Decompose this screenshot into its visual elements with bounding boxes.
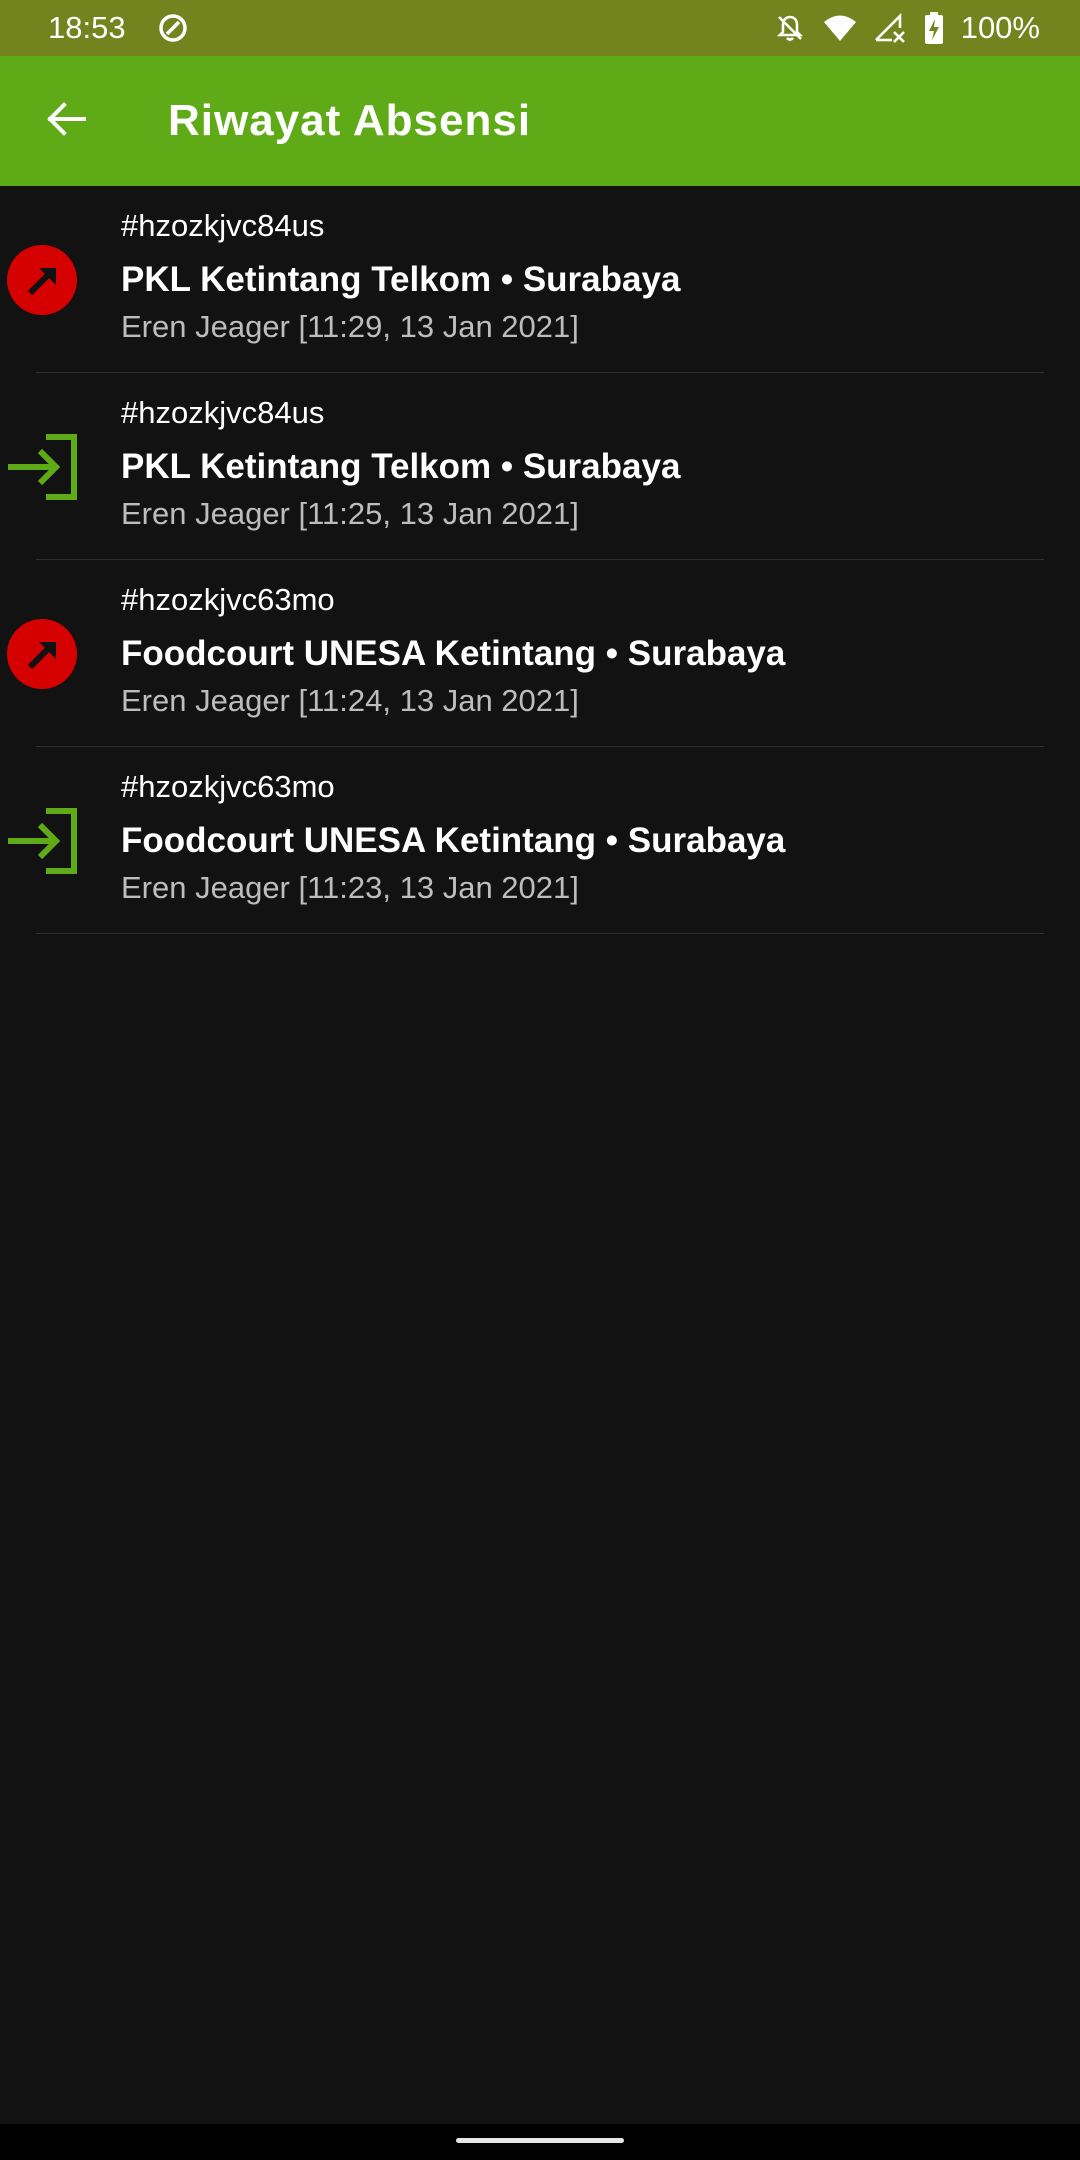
check-out-arrow-icon bbox=[6, 244, 78, 316]
notifications-off-icon bbox=[773, 11, 807, 45]
app-bar: Riwayat Absensi bbox=[0, 56, 1080, 186]
record-code: #hzozkjvc63mo bbox=[121, 582, 335, 617]
record-code: #hzozkjvc63mo bbox=[121, 769, 335, 804]
record-meta: Eren Jeager [11:23, 13 Jan 2021] bbox=[121, 870, 579, 905]
list-item[interactable]: #hzozkjvc63mo Foodcourt UNESA Ketintang … bbox=[0, 560, 1080, 747]
list-item-text: #hzozkjvc63mo Foodcourt UNESA Ketintang … bbox=[121, 771, 1050, 903]
page-title: Riwayat Absensi bbox=[168, 96, 532, 145]
status-time: 18:53 bbox=[48, 10, 126, 45]
back-button[interactable] bbox=[0, 56, 132, 186]
record-meta: Eren Jeager [11:25, 13 Jan 2021] bbox=[121, 496, 579, 531]
divider bbox=[36, 933, 1044, 934]
record-code: #hzozkjvc84us bbox=[121, 395, 325, 430]
navigation-bar bbox=[0, 2124, 1080, 2160]
battery-charging-icon bbox=[923, 11, 945, 45]
battery-level: 100% bbox=[960, 10, 1040, 45]
cellular-no-data-icon bbox=[873, 11, 907, 45]
list-item[interactable]: #hzozkjvc84us PKL Ketintang Telkom • Sur… bbox=[0, 373, 1080, 560]
record-meta: Eren Jeager [11:24, 13 Jan 2021] bbox=[121, 683, 579, 718]
check-out-arrow-icon bbox=[6, 618, 78, 690]
record-place: PKL Ketintang Telkom • Surabaya bbox=[121, 447, 681, 486]
login-icon bbox=[6, 805, 78, 877]
list-item-text: #hzozkjvc63mo Foodcourt UNESA Ketintang … bbox=[121, 584, 1050, 716]
record-place: Foodcourt UNESA Ketintang • Surabaya bbox=[121, 821, 786, 860]
record-meta: Eren Jeager [11:29, 13 Jan 2021] bbox=[121, 309, 579, 344]
status-right: 100% bbox=[773, 10, 1040, 46]
status-left: 18:53 bbox=[48, 10, 190, 46]
list-item[interactable]: #hzozkjvc84us PKL Ketintang Telkom • Sur… bbox=[0, 186, 1080, 373]
wifi-icon bbox=[823, 11, 857, 45]
list-item-text: #hzozkjvc84us PKL Ketintang Telkom • Sur… bbox=[121, 397, 1050, 529]
data-saver-icon bbox=[156, 11, 190, 45]
record-place: PKL Ketintang Telkom • Surabaya bbox=[121, 260, 681, 299]
list-item-text: #hzozkjvc84us PKL Ketintang Telkom • Sur… bbox=[121, 210, 1050, 342]
record-place: Foodcourt UNESA Ketintang • Surabaya bbox=[121, 634, 786, 673]
attendance-history-list: #hzozkjvc84us PKL Ketintang Telkom • Sur… bbox=[0, 186, 1080, 934]
login-icon bbox=[6, 431, 78, 503]
arrow-back-icon bbox=[44, 97, 88, 146]
list-item[interactable]: #hzozkjvc63mo Foodcourt UNESA Ketintang … bbox=[0, 747, 1080, 934]
status-bar: 18:53 100% bbox=[0, 0, 1080, 56]
record-code: #hzozkjvc84us bbox=[121, 208, 325, 243]
home-gesture-handle[interactable] bbox=[456, 2138, 624, 2143]
